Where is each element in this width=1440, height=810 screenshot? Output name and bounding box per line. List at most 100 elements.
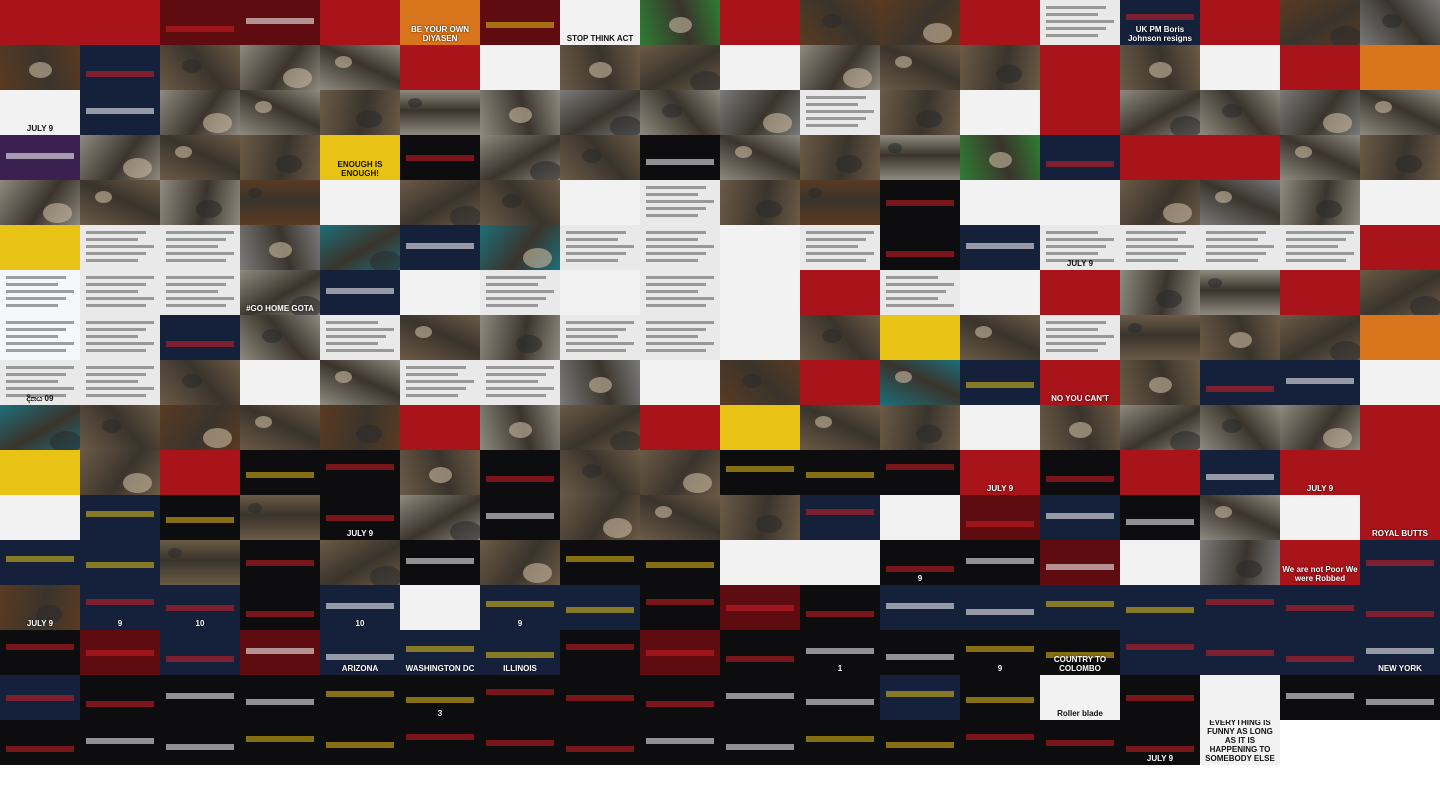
photo-detail (1229, 332, 1252, 348)
thumbnail (800, 495, 880, 540)
poster-band (646, 562, 714, 568)
text-line (486, 290, 554, 293)
text-line (86, 297, 154, 300)
poster-band (966, 243, 1034, 249)
thumbnail (1040, 720, 1120, 765)
poster-band (966, 382, 1034, 388)
poster-band (1126, 644, 1194, 650)
thumbnail (800, 675, 880, 720)
thumbnail (560, 270, 640, 315)
poster-band (6, 153, 74, 159)
text-line (806, 245, 858, 248)
text-line (166, 276, 234, 279)
thumbnail (960, 675, 1040, 720)
photo-detail (1222, 419, 1242, 433)
thumbnail (320, 540, 400, 585)
thumbnail (960, 0, 1040, 45)
thumbnail (320, 90, 400, 135)
thumbnail (320, 180, 400, 225)
poster-band (806, 736, 874, 742)
poster-band (726, 466, 794, 472)
text-line (566, 328, 626, 331)
thumbnail (400, 720, 480, 765)
thumbnail-caption: JULY 9 (1146, 754, 1174, 763)
text-line (86, 380, 138, 383)
thumbnail (80, 225, 160, 270)
text-line (806, 252, 874, 255)
thumbnail (240, 675, 320, 720)
thumbnail (640, 360, 720, 405)
thumbnail (800, 540, 880, 585)
text-line (326, 349, 394, 352)
poster-band (246, 560, 314, 566)
photo-detail (756, 200, 782, 218)
poster-band (566, 556, 634, 562)
thumbnail (640, 585, 720, 630)
photo-detail (523, 563, 552, 583)
thumbnail-caption: WASHINGTON DC (405, 664, 475, 673)
thumbnail (720, 135, 800, 180)
thumbnail (560, 225, 640, 270)
thumbnail (880, 675, 960, 720)
thumbnail (720, 495, 800, 540)
thumbnail (1280, 90, 1360, 135)
poster-band (246, 472, 314, 478)
poster-band (1126, 607, 1194, 613)
photo-detail (610, 116, 640, 135)
thumbnail (320, 270, 400, 315)
thumbnail (1200, 495, 1280, 540)
thumbnail (0, 720, 80, 765)
poster-band (566, 607, 634, 613)
thumbnail (320, 0, 400, 45)
photo-detail (1396, 155, 1422, 173)
photo-detail (763, 113, 792, 133)
thumbnail (1040, 0, 1120, 45)
poster-band (6, 746, 74, 752)
photo-detail (408, 98, 422, 108)
poster-band (166, 341, 234, 347)
thumbnail (1360, 90, 1440, 135)
thumbnail (640, 225, 720, 270)
text-line (1126, 238, 1178, 241)
text-line (646, 342, 714, 345)
text-line (646, 259, 698, 262)
thumbnail (160, 45, 240, 90)
photo-detail (843, 68, 872, 88)
thumbnail (800, 315, 880, 360)
photo-detail (276, 155, 302, 173)
poster-band (1206, 599, 1274, 605)
thumbnail: ENOUGH IS ENOUGH! (320, 135, 400, 180)
thumbnail (160, 405, 240, 450)
thumbnail (160, 450, 240, 495)
thumbnail-caption: Roller blade (1057, 709, 1103, 718)
thumbnail (640, 405, 720, 450)
thumbnail (240, 360, 320, 405)
poster-band (246, 736, 314, 742)
text-line (486, 380, 538, 383)
photo-detail (589, 377, 612, 393)
text-line (406, 380, 474, 383)
thumbnail-caption: ILLINOIS (503, 664, 537, 673)
thumbnail: NO YOU CAN'T (1040, 360, 1120, 405)
text-line (1206, 238, 1258, 241)
poster-band (886, 603, 954, 609)
photo-detail (589, 62, 612, 78)
thumbnail (800, 585, 880, 630)
poster-band (166, 744, 234, 750)
poster-band (326, 515, 394, 521)
thumbnail (1120, 675, 1200, 720)
thumbnail (1280, 585, 1360, 630)
thumbnail (1120, 360, 1200, 405)
thumbnail (720, 675, 800, 720)
thumbnail (560, 585, 640, 630)
thumbnail (640, 540, 720, 585)
text-line (886, 304, 954, 307)
text-line (326, 328, 394, 331)
text-line (326, 335, 386, 338)
thumbnail (880, 90, 960, 135)
thumbnail: JULY 9 (1280, 450, 1360, 495)
text-line (86, 366, 154, 369)
photo-detail (916, 425, 942, 443)
poster-band (486, 601, 554, 607)
thumbnail (960, 585, 1040, 630)
